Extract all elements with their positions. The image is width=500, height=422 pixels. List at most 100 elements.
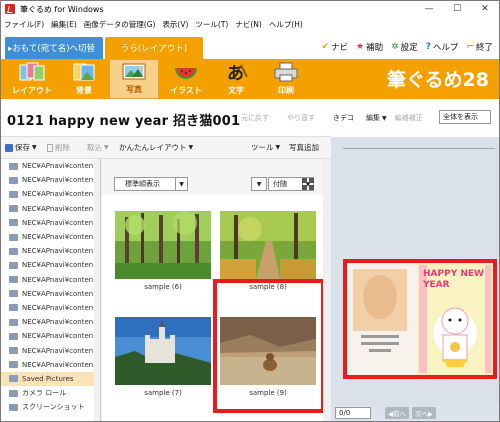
deco-button[interactable]: きデコ: [333, 113, 354, 123]
import-button[interactable]: 取込 ▼: [87, 142, 109, 153]
folder-icon: [9, 276, 18, 284]
menu-navi[interactable]: ナビ(N): [235, 19, 261, 30]
sort-order-button[interactable]: ▼: [251, 177, 267, 191]
tree-item-label: NEC¥APnavi¥conten...: [22, 261, 100, 270]
postcard-preview[interactable]: HAPPY NEW YEAR: [343, 259, 497, 379]
folder-icon: [9, 332, 18, 340]
tree-item[interactable]: NEC¥APnavi¥conten...: [1, 187, 100, 201]
canvas-area: HAPPY NEW YEAR: [331, 137, 499, 405]
folder-icon: [9, 176, 18, 184]
tree-item[interactable]: NEC¥APnavi¥conten...: [1, 159, 100, 173]
preview-pane: きデコ 編集 ▼ 編補補正 全体を表示 HAPPY NEW YEAR 0/0 ◀…: [331, 99, 499, 421]
tree-scrollbar[interactable]: [94, 159, 100, 421]
tree-item[interactable]: NEC¥APnavi¥conten...: [1, 315, 100, 329]
menu-image-data[interactable]: 画像データの管理(G): [84, 19, 156, 30]
menu-file[interactable]: ファイル(F): [4, 19, 44, 30]
close-button[interactable]: ✕: [471, 1, 499, 17]
undo-button[interactable]: 元に戻す: [241, 113, 269, 123]
sort-select[interactable]: 標準順表示 ▼: [114, 177, 188, 191]
tree-item-label: カメラ ロール: [22, 389, 67, 398]
photo-image: [115, 211, 211, 279]
tree-item[interactable]: NEC¥APnavi¥conten...: [1, 258, 100, 272]
layout-icon: [17, 61, 47, 83]
tree-item-label: NEC¥APnavi¥conten...: [22, 162, 100, 171]
folder-icon: [9, 233, 18, 241]
add-photo-button[interactable]: 写真追加: [289, 142, 319, 153]
tool-print[interactable]: 印刷: [261, 59, 311, 99]
tree-item-label: NEC¥APnavi¥conten...: [22, 233, 100, 242]
folder-icon: [9, 403, 18, 411]
tree-item-label: NEC¥APnavi¥conten...: [22, 176, 100, 185]
next-page-button[interactable]: 次へ▶: [412, 407, 436, 419]
photo-thumb-sample-7[interactable]: sample (7): [115, 317, 211, 401]
tree-item[interactable]: NEC¥APnavi¥conten...: [1, 244, 100, 258]
photo-image: [220, 211, 316, 279]
tree-item[interactable]: NEC¥APnavi¥conten...: [1, 301, 100, 315]
tree-item[interactable]: カメラ ロール: [1, 386, 100, 400]
assist-link[interactable]: ★ 補助: [356, 41, 383, 53]
tree-item[interactable]: NEC¥APnavi¥conten...: [1, 202, 100, 216]
tree-item[interactable]: NEC¥APnavi¥conten...: [1, 230, 100, 244]
tree-item-label: NEC¥APnavi¥conten...: [22, 247, 100, 256]
printer-icon: [271, 61, 301, 83]
tool-background[interactable]: 背景: [59, 59, 109, 99]
tree-item[interactable]: NEC¥APnavi¥conten...: [1, 358, 100, 372]
tool-text[interactable]: あ 文字: [211, 59, 261, 99]
prev-page-button[interactable]: ◀前へ: [385, 407, 409, 419]
settings-link[interactable]: ✲ 設定: [391, 41, 418, 53]
tree-item[interactable]: NEC¥APnavi¥conten...: [1, 273, 100, 287]
folder-icon: [9, 261, 18, 269]
delete-button[interactable]: 削除: [47, 142, 70, 153]
tree-item[interactable]: NEC¥APnavi¥conten...: [1, 343, 100, 357]
tab-front-address[interactable]: ▸おもて(宛て名)へ切替: [5, 37, 103, 59]
tree-item-label: NEC¥APnavi¥conten...: [22, 204, 100, 213]
tree-item[interactable]: スクリーンショット: [1, 400, 100, 414]
menu-tools[interactable]: ツール(T): [195, 19, 228, 30]
tool-photo[interactable]: 写真: [109, 59, 159, 99]
tree-item-label: スクリーンショット: [22, 403, 85, 412]
tree-item[interactable]: Saved Pictures: [1, 371, 100, 386]
easy-layout-button[interactable]: かんたんレイアウト ▼: [119, 142, 193, 153]
brush-a-icon: あ: [221, 61, 251, 83]
preview-footer: 0/0 ◀前へ 次へ▶: [331, 405, 499, 421]
tool-illust[interactable]: イラスト: [161, 59, 211, 99]
menu-edit[interactable]: 編集(E): [51, 19, 77, 30]
folder-icon: [9, 290, 18, 298]
tree-item-label: NEC¥APnavi¥conten...: [22, 303, 100, 312]
tools-button[interactable]: ツール ▼: [251, 142, 280, 153]
tree-item[interactable]: NEC¥APnavi¥conten...: [1, 173, 100, 187]
tree-item-label: NEC¥APnavi¥conten...: [22, 190, 100, 199]
navi-link[interactable]: ✔ ナビ: [321, 41, 348, 53]
help-link[interactable]: ? ヘルプ: [426, 41, 459, 53]
photo-list-scrollbar[interactable]: [323, 159, 330, 421]
correction-button[interactable]: 編補補正: [395, 113, 423, 123]
star-icon: ★: [356, 42, 365, 52]
menu-view[interactable]: 表示(V): [162, 19, 188, 30]
grid-view-icon[interactable]: [301, 177, 315, 191]
menu-help[interactable]: ヘルプ(H): [269, 19, 303, 30]
document-header: 0121 happy new year 招き猫001 元に戻す やり直す: [1, 99, 331, 137]
folder-tree: NEC¥APnavi¥conten... NEC¥APnavi¥conten...…: [1, 159, 101, 421]
edit-button[interactable]: 編集: [366, 113, 380, 123]
folder-icon: [9, 304, 18, 312]
tree-item[interactable]: NEC¥APnavi¥conten...: [1, 216, 100, 230]
photo-list-pane: 標準順表示 ▼ ▼ 付随 ▼ sample (6) sample (8) sam…: [102, 159, 330, 421]
photo-caption: sample (6): [144, 283, 182, 291]
folder-icon: [9, 375, 18, 383]
zoom-select[interactable]: 全体を表示: [439, 110, 491, 124]
folder-icon: [9, 190, 18, 198]
maximize-button[interactable]: ☐: [443, 1, 471, 17]
photo-list-header: 標準順表示 ▼ ▼ 付随 ▼: [102, 159, 330, 195]
redo-button[interactable]: やり直す: [287, 113, 315, 123]
minimize-button[interactable]: —: [415, 1, 443, 17]
tree-item-label: NEC¥APnavi¥conten...: [22, 289, 100, 298]
tab-back-layout[interactable]: うら(レイアウト): [105, 37, 203, 59]
save-button[interactable]: 保存 ▼: [5, 142, 37, 153]
exit-link[interactable]: ⌐ 終了: [466, 41, 493, 53]
date-select[interactable]: 付随: [268, 177, 304, 191]
tool-layout[interactable]: レイアウト: [7, 59, 57, 99]
exit-icon: ⌐: [466, 42, 474, 52]
tree-item[interactable]: NEC¥APnavi¥conten...: [1, 329, 100, 343]
tree-item[interactable]: NEC¥APnavi¥conten...: [1, 287, 100, 301]
photo-thumb-sample-6[interactable]: sample (6): [115, 211, 211, 295]
